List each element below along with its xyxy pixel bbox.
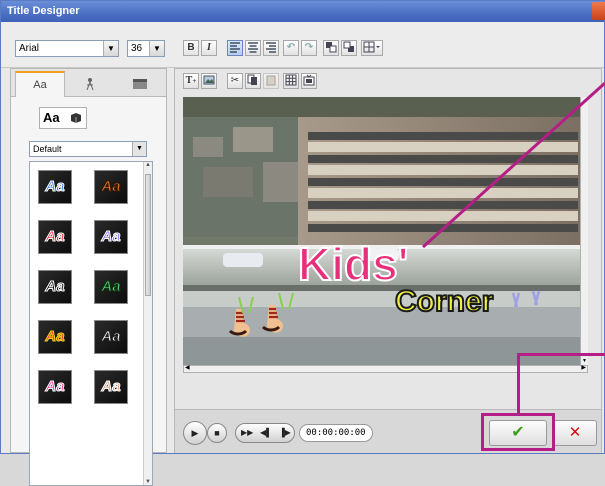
particle-icon: [86, 78, 94, 91]
title-text-main[interactable]: Kids': [297, 240, 410, 288]
align-left-icon: [230, 42, 240, 53]
align-center-icon: [248, 42, 258, 53]
play-icon: ▶: [191, 428, 199, 438]
format-toolbar: Arial ▼ 36 ▼ B I ↶ ↷: [1, 22, 604, 68]
undo-button[interactable]: ↶: [283, 40, 299, 56]
redo-button[interactable]: ↷: [301, 40, 317, 56]
callout-line-vertical: [517, 353, 520, 413]
tv-safe-icon: [303, 74, 315, 86]
style-panel: Aa Aa Default ▼ Aa Aa Aa Aa Aa Aa Aa Aa Aa Aa ▲ ▼: [10, 68, 167, 486]
insert-text-button[interactable]: T+: [183, 73, 199, 89]
align-right-icon: [266, 42, 276, 53]
style-preset-9[interactable]: Aa: [38, 370, 72, 404]
paste-icon: [266, 75, 276, 86]
style-preset-list: Aa Aa Aa Aa Aa Aa Aa Aa Aa Aa ▲ ▼: [29, 161, 153, 486]
scroll-right-icon[interactable]: ▶: [581, 364, 586, 371]
title-bar: Title Designer: [1, 1, 605, 22]
font-family-value: Arial: [19, 43, 40, 54]
style-preset-3[interactable]: Aa: [38, 220, 72, 254]
align-left-button[interactable]: [227, 40, 243, 56]
stop-icon: ■: [214, 428, 220, 438]
style-preset-7[interactable]: Aa: [38, 320, 72, 354]
bold-button[interactable]: B: [183, 40, 199, 56]
copy-icon: [247, 74, 257, 85]
callout-line-diagonal: [421, 81, 605, 249]
style-category-value: Default: [33, 144, 62, 154]
copy-button[interactable]: [245, 73, 261, 89]
bring-forward-button[interactable]: [323, 40, 339, 56]
insert-image-button[interactable]: [201, 73, 217, 89]
stop-button[interactable]: ■: [207, 423, 227, 443]
font-family-select[interactable]: Arial ▼: [15, 40, 119, 57]
font-size-value: 36: [131, 43, 143, 54]
next-frame-icon[interactable]: ▐▶: [279, 424, 291, 442]
align-right-button[interactable]: [263, 40, 279, 56]
frame-nav-group: ▶▶ ◀▌ ▐▶: [235, 423, 295, 443]
scroll-down-icon[interactable]: ▼: [144, 479, 152, 485]
text-style-mode[interactable]: Aa: [43, 110, 60, 125]
scroll-left-icon[interactable]: ◀: [185, 364, 190, 371]
fast-forward-icon[interactable]: ▶▶: [241, 424, 253, 442]
preview-horizontal-scrollbar[interactable]: ◀ ▶: [183, 365, 588, 373]
scroll-thumb[interactable]: [145, 174, 151, 296]
cube-icon: [71, 113, 81, 123]
paste-button[interactable]: [263, 73, 279, 89]
style-list-scrollbar[interactable]: ▲ ▼: [143, 162, 152, 485]
style-preset-5[interactable]: Aa: [38, 270, 72, 304]
style-preset-4[interactable]: Aa: [94, 220, 128, 254]
align-center-button[interactable]: [245, 40, 261, 56]
tab-particles[interactable]: [65, 71, 115, 97]
send-backward-button[interactable]: [341, 40, 357, 56]
cut-button[interactable]: ✂: [227, 73, 243, 89]
timecode-display[interactable]: 00:00:00:00: [299, 424, 373, 442]
tab-backgrounds[interactable]: [115, 71, 165, 97]
layer-backward-icon: [343, 41, 354, 52]
image-icon: [203, 75, 215, 85]
title-text-sub[interactable]: Corner: [394, 286, 494, 318]
previous-frame-icon[interactable]: ◀▌: [260, 424, 272, 442]
window-title: Title Designer: [7, 5, 80, 17]
style-preset-6[interactable]: Aa: [94, 270, 128, 304]
chevron-down-icon: ▼: [103, 41, 118, 56]
chevron-down-icon: ▼: [149, 41, 164, 56]
scroll-up-icon[interactable]: ▲: [144, 162, 152, 168]
background-icon: [133, 79, 147, 89]
style-preset-8[interactable]: Aa: [94, 320, 128, 354]
chevron-down-icon: ▼: [132, 142, 146, 156]
italic-button[interactable]: I: [201, 40, 217, 56]
style-preset-10[interactable]: Aa: [94, 370, 128, 404]
cancel-button[interactable]: ✕: [553, 420, 597, 446]
font-size-select[interactable]: 36 ▼: [127, 40, 165, 57]
grid-toggle-button[interactable]: [283, 73, 299, 89]
title-designer-window: Title Designer Arial ▼ 36 ▼ B I ↶ ↷ Aa A…: [0, 0, 605, 486]
safe-zone-button[interactable]: [301, 73, 317, 89]
tab-font-styles[interactable]: Aa: [15, 71, 65, 97]
callout-line-horizontal: [517, 353, 605, 356]
style-tabs: Aa: [11, 69, 166, 97]
style-preset-1[interactable]: Aa: [38, 170, 72, 204]
layer-forward-icon: [326, 42, 337, 53]
grid-icon: [285, 74, 297, 86]
grid-options-button[interactable]: [361, 40, 383, 56]
ok-highlight-box: [481, 413, 555, 451]
play-button[interactable]: ▶: [183, 421, 207, 445]
text-mode-toggle[interactable]: Aa: [39, 107, 87, 129]
style-preset-2[interactable]: Aa: [94, 170, 128, 204]
style-category-select[interactable]: Default ▼: [29, 141, 147, 157]
close-window-button[interactable]: [592, 2, 605, 20]
grid-icon: [363, 41, 380, 53]
font-aa-icon: Aa: [33, 79, 47, 91]
